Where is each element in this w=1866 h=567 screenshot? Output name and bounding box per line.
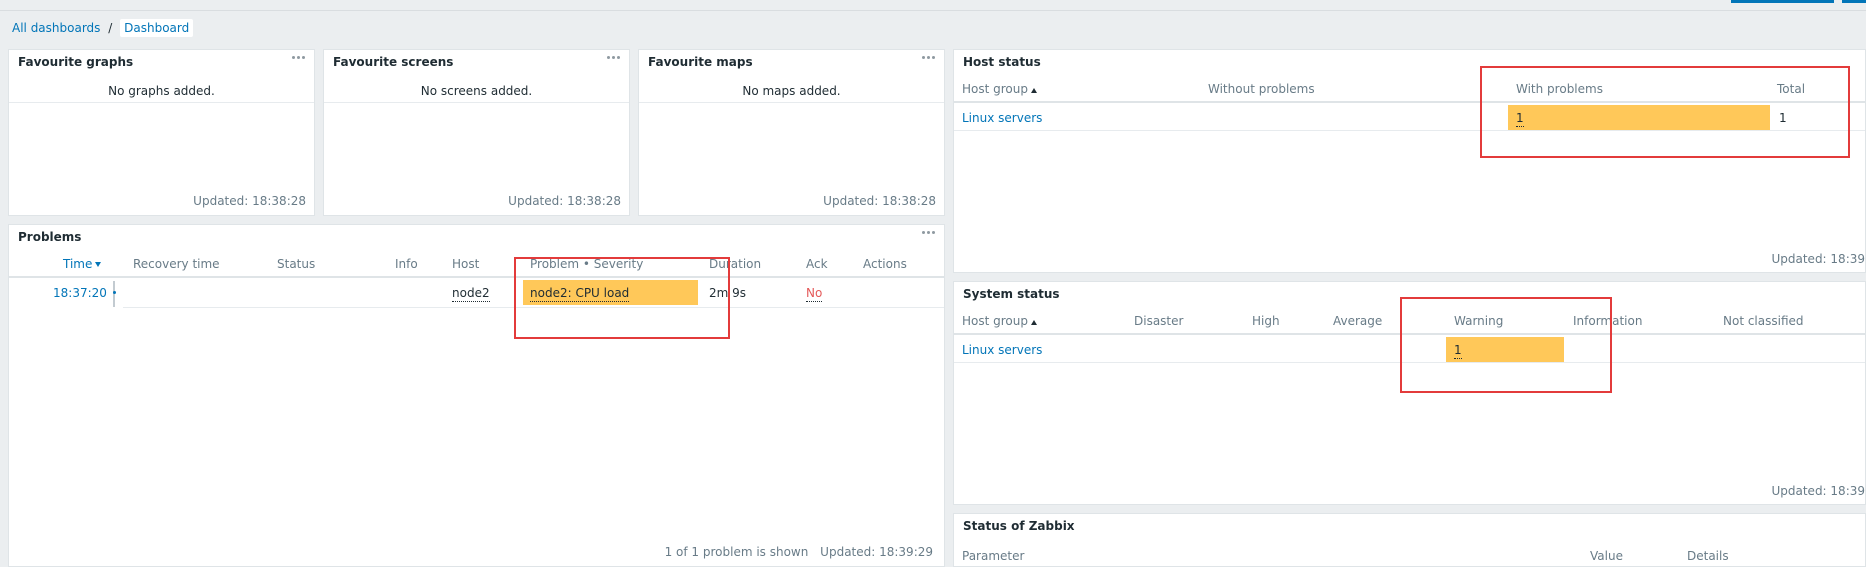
empty-message: No graphs added.	[108, 84, 215, 98]
breadcrumb-all-dashboards[interactable]: All dashboards	[12, 21, 100, 35]
header-divider	[9, 276, 944, 278]
host-group-link[interactable]: Linux servers	[962, 343, 1042, 357]
empty-message: No screens added.	[420, 84, 533, 98]
sort-desc-icon	[95, 262, 102, 267]
empty-message: No maps added.	[742, 84, 841, 98]
breadcrumb: All dashboards / Dashboard	[12, 18, 194, 38]
widget-favourite-maps: Favourite maps No maps added. Updated: 1…	[638, 49, 945, 216]
updated-time: Updated: 18:38:28	[193, 194, 306, 208]
widget-title: Favourite maps	[648, 55, 753, 69]
divider	[9, 102, 314, 103]
updated-time: Updated: 18:39:29	[820, 545, 933, 559]
widget-favourite-graphs: Favourite graphs No graphs added. Update…	[8, 49, 315, 216]
column-without-problems: Without problems	[1208, 82, 1315, 96]
column-average: Average	[1333, 314, 1383, 328]
column-parameter: Parameter	[962, 549, 1025, 563]
widget-menu-icon[interactable]	[922, 231, 936, 235]
column-info: Info	[395, 257, 418, 271]
breadcrumb-current[interactable]: Dashboard	[120, 19, 194, 37]
problem-count: 1 of 1 problem is shown	[664, 545, 809, 559]
top-button-edge-2[interactable]	[1842, 0, 1866, 3]
column-time[interactable]: Time	[63, 257, 102, 271]
widget-status-of-zabbix: Status of Zabbix Parameter Value Details	[953, 513, 1866, 567]
top-button-edge[interactable]	[1731, 0, 1834, 3]
column-status: Status	[277, 257, 316, 271]
column-time-label[interactable]: Time	[63, 257, 92, 271]
column-details: Details	[1687, 549, 1729, 563]
updated-time: Updated: 18:39	[1771, 484, 1865, 498]
top-bar	[0, 0, 1866, 11]
column-not-classified: Not classified	[1723, 314, 1804, 328]
problem-time-link[interactable]: 18:37:20	[53, 286, 107, 300]
column-disaster: Disaster	[1134, 314, 1184, 328]
column-ack: Ack	[806, 257, 828, 271]
sort-asc-icon	[1031, 88, 1037, 93]
divider	[324, 102, 629, 103]
column-host-group-label: Host group	[962, 314, 1028, 328]
column-host-group-label: Host group	[962, 82, 1028, 96]
updated-time: Updated: 18:38:28	[508, 194, 621, 208]
timeline-line	[113, 281, 115, 307]
problems-footer: 1 of 1 problem is shown Updated: 18:39:2…	[665, 545, 933, 559]
divider	[639, 102, 944, 103]
widget-problems: Problems Time Recovery time Status Info …	[8, 224, 945, 567]
widget-favourite-screens: Favourite screens No screens added. Upda…	[323, 49, 630, 216]
widget-menu-icon[interactable]	[607, 56, 621, 60]
column-high: High	[1252, 314, 1280, 328]
timeline-dot-icon	[113, 291, 116, 294]
widget-title: Status of Zabbix	[963, 519, 1075, 533]
widget-title: Favourite screens	[333, 55, 454, 69]
breadcrumb-separator: /	[108, 21, 113, 35]
highlight-box-system-status	[1400, 297, 1612, 393]
widget-title: Favourite graphs	[18, 55, 134, 69]
column-host-group[interactable]: Host group	[962, 314, 1037, 328]
widget-title: Problems	[18, 230, 82, 244]
updated-time: Updated: 18:39	[1771, 252, 1865, 266]
highlight-box-host-status	[1480, 66, 1850, 158]
updated-time: Updated: 18:38:28	[823, 194, 936, 208]
column-value: Value	[1590, 549, 1623, 563]
column-actions: Actions	[863, 257, 907, 271]
widget-menu-icon[interactable]	[292, 56, 306, 60]
problem-ack[interactable]: No	[806, 286, 823, 302]
host-group-link[interactable]: Linux servers	[962, 111, 1042, 125]
column-recovery-time: Recovery time	[133, 257, 220, 271]
problem-host[interactable]: node2	[452, 286, 490, 302]
highlight-box-problem	[514, 257, 730, 339]
column-host-group[interactable]: Host group	[962, 82, 1037, 96]
widget-menu-icon[interactable]	[922, 56, 936, 60]
column-host: Host	[452, 257, 480, 271]
sort-asc-icon	[1031, 320, 1037, 325]
